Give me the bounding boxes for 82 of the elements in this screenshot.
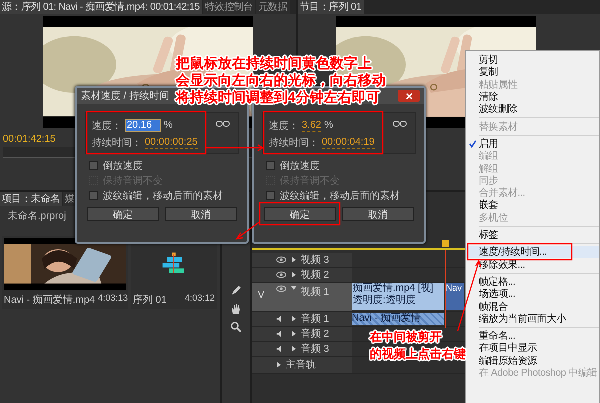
checkbox[interactable]	[266, 191, 275, 200]
checkbox-label: 波纹编辑，移动后面的素材	[280, 190, 400, 202]
checkbox[interactable]	[266, 161, 275, 170]
hand-icon[interactable]	[230, 303, 242, 315]
project-file-name: 未命名.prproj	[7, 210, 68, 224]
track-name: 视频 3	[301, 254, 330, 267]
menu-item[interactable]: 在项目中显示	[466, 342, 599, 355]
panel-tab[interactable]: 源：序列 01: Navi - 痴画爱情.mp4: 00:01:42:15	[0, 0, 202, 14]
item-duration: 4:03:12	[184, 293, 215, 305]
menu-item[interactable]: 标签	[466, 228, 599, 242]
dialog-button[interactable]: 确定	[264, 207, 336, 221]
menu-item[interactable]: 波纹删除	[466, 103, 599, 116]
track-name: 主音轨	[286, 358, 316, 372]
expand-triangle-icon[interactable]	[291, 316, 297, 322]
collapse-triangle-icon[interactable]	[291, 285, 297, 291]
checkmark-icon	[468, 140, 476, 148]
item-name: Navi - 痴画爱情.mp4	[4, 294, 96, 307]
panel-tab[interactable]: 特效控制台	[202, 0, 256, 14]
close-button[interactable]	[398, 90, 420, 102]
menu-item[interactable]: 剪切	[466, 54, 599, 66]
arrow	[236, 222, 260, 240]
checkbox[interactable]	[89, 161, 98, 170]
panel-tab[interactable]: 节目：序列 01	[298, 0, 364, 14]
eye-icon[interactable]	[276, 271, 287, 279]
speed-field[interactable]: 3.62	[302, 120, 322, 132]
expand-triangle-icon[interactable]	[291, 272, 297, 278]
item-duration: 4:03:13	[98, 293, 128, 305]
panel-tab[interactable]: 元数据	[256, 0, 290, 14]
duration-field[interactable]: 00:00:04:19	[322, 136, 375, 148]
menu-item[interactable]: 复制	[466, 66, 599, 79]
unit-label: %	[324, 120, 334, 131]
dialog-title: 素材速度 / 持续时间	[81, 90, 170, 103]
item-name: 序列 01	[133, 294, 167, 307]
track-name: 音频 3	[301, 342, 330, 356]
audio-clip[interactable]: Navi - 痴画爱情	[352, 313, 444, 325]
field-label: 持续时间：	[269, 136, 319, 150]
eye-icon[interactable]	[276, 285, 287, 293]
menu-item[interactable]: 清除	[466, 90, 599, 104]
menu-item[interactable]: 编辑原始资源	[466, 354, 599, 367]
panel-tab[interactable]: 项目：未命名	[0, 192, 62, 206]
link-icon[interactable]	[393, 121, 407, 127]
expand-triangle-icon[interactable]	[291, 346, 297, 352]
field-label: 速度：	[92, 120, 122, 132]
dialog-button[interactable]: 确定	[87, 207, 159, 221]
timecode: 00:01:42:15	[3, 134, 56, 145]
menu-item[interactable]: 场选项...	[466, 288, 599, 300]
menu-item[interactable]: 帧混合	[466, 300, 599, 313]
speed-field[interactable]: 20.16	[125, 119, 162, 132]
track-name: 视频 1	[301, 286, 330, 299]
checkbox-label: 波纹编辑，移动后面的素材	[103, 190, 223, 202]
menu-item[interactable]: 重命名...	[466, 330, 599, 342]
checkbox[interactable]	[89, 191, 98, 200]
dialog-button[interactable]: 取消	[342, 207, 414, 221]
video-clip[interactable]: 痴画爱情.mp4 [视] 透明度:透明度	[352, 283, 444, 310]
expand-triangle-icon[interactable]	[276, 362, 282, 368]
link-icon[interactable]	[216, 121, 230, 127]
track-target[interactable]: V	[258, 290, 265, 301]
video-clip[interactable]: Nav	[446, 283, 464, 310]
checkbox-label: 倒放速度	[103, 160, 143, 172]
menu-item[interactable]: 帧定格...	[466, 276, 599, 288]
track-name: 音频 1	[301, 312, 330, 326]
menu-item[interactable]: 缩放为当前画面大小	[466, 312, 599, 325]
track-name: 视频 2	[301, 268, 330, 282]
duration-field[interactable]: 00:00:00:25	[145, 136, 198, 148]
zoom-icon[interactable]	[230, 321, 242, 333]
menu-item[interactable]: 速度/持续时间...	[466, 246, 599, 258]
menu-item[interactable]: 启用	[466, 138, 599, 150]
field-label: 持续时间：	[92, 136, 142, 150]
pen-icon[interactable]	[230, 285, 242, 297]
arrow	[206, 144, 264, 152]
field-label: 速度：	[269, 120, 299, 132]
project-item[interactable]: Navi - 痴画爱情.mp4 4:03:13	[2, 236, 128, 309]
dialog-button[interactable]: 取消	[165, 207, 237, 221]
unit-label: %	[164, 120, 173, 131]
expand-triangle-icon[interactable]	[291, 331, 297, 337]
expand-triangle-icon[interactable]	[291, 257, 297, 263]
track-name: 音频 2	[301, 328, 330, 341]
annotation-text: 在中间被剪开 的视频上点击右键	[370, 330, 466, 362]
close-icon	[406, 92, 412, 100]
menu-item[interactable]: 嵌套	[466, 199, 599, 212]
eye-icon[interactable]	[276, 256, 287, 264]
checkbox-label: 倒放速度	[280, 160, 320, 172]
